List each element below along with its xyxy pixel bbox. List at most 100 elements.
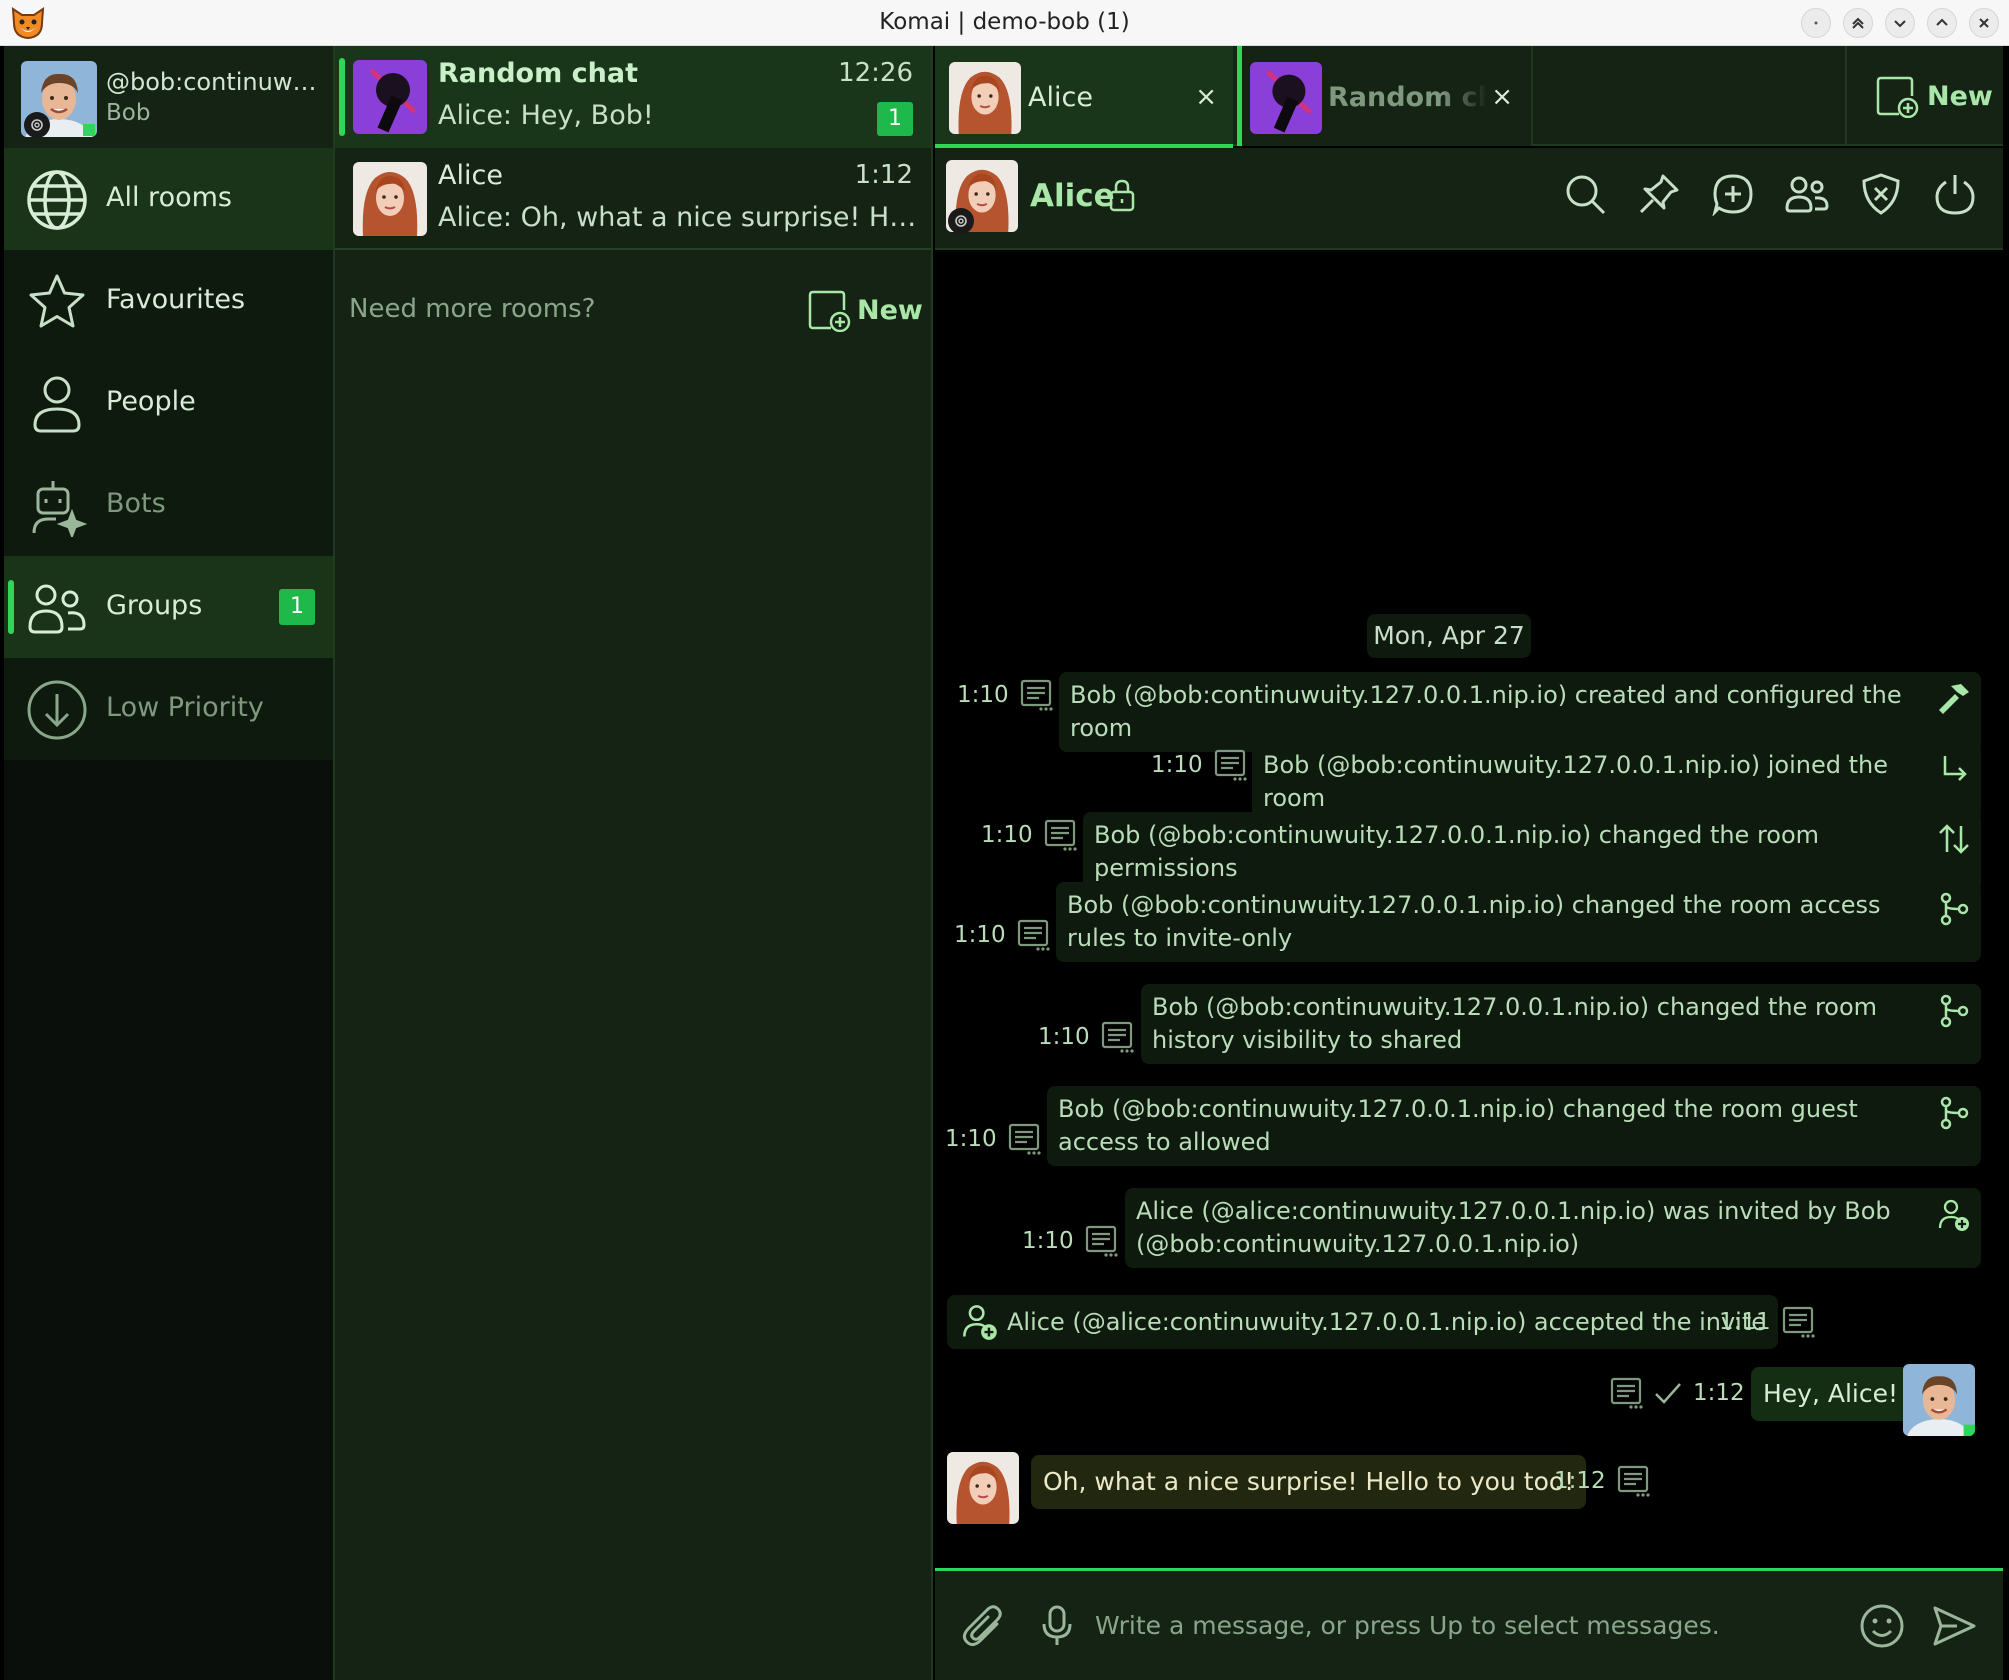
unread-badge: 1 <box>279 589 315 625</box>
message-text: Oh, what a nice surprise! Hello to you t… <box>1043 1467 1575 1496</box>
event-time: 1:10 <box>954 922 1006 948</box>
room-preview: Alice: Hey, Bob! <box>438 100 654 131</box>
nav-people[interactable]: People <box>4 352 333 454</box>
event-time: 1:10 <box>981 822 1033 848</box>
window-menu-button[interactable] <box>1801 8 1831 38</box>
room-time: 1:12 <box>854 160 913 190</box>
keep-above-button[interactable] <box>1843 8 1873 38</box>
new-room-button[interactable]: New <box>807 282 925 338</box>
room-event[interactable]: Bob (@bob:continuwuity.127.0.0.1.nip.io)… <box>1083 812 1981 892</box>
bot-icon <box>26 475 88 537</box>
room-event[interactable]: Alice (@alice:continuwuity.127.0.0.1.nip… <box>1125 1188 1981 1268</box>
message-bubble-outgoing[interactable]: Hey, Alice! <box>1751 1367 1911 1421</box>
new-room-icon <box>1875 74 1919 118</box>
room-list: Random chat 12:26 Alice: Hey, Bob! 1 Ali… <box>333 46 933 1680</box>
bob-avatar[interactable] <box>1903 1364 1975 1436</box>
tab-random-chat[interactable]: Random chat × <box>1237 46 1533 146</box>
send-icon[interactable] <box>1931 1603 1977 1649</box>
shield-icon[interactable] <box>1859 172 1903 216</box>
room-event[interactable]: Bob (@bob:continuwuity.127.0.0.1.nip.io)… <box>1047 1086 1981 1166</box>
members-icon[interactable] <box>1785 172 1829 216</box>
message-source-icon[interactable] <box>1609 1376 1643 1410</box>
room-title: Alice <box>1030 178 1115 214</box>
event-time: 1:10 <box>957 682 1009 708</box>
more-rooms-prompt: Need more rooms? <box>349 294 596 324</box>
message-meta: 1:12 <box>1609 1376 1745 1410</box>
sidebar: @bob:continuwui... Bob All rooms Favouri… <box>4 46 333 1680</box>
alice-avatar[interactable] <box>947 1452 1019 1524</box>
event-text: Alice (@alice:continuwuity.127.0.0.1.nip… <box>1136 1197 1891 1258</box>
user-add-icon <box>961 1303 999 1341</box>
hammer-icon <box>1937 682 1971 716</box>
room-name: Alice <box>438 160 503 191</box>
event-text: Bob (@bob:continuwuity.127.0.0.1.nip.io)… <box>1263 751 1888 812</box>
room-event[interactable]: Bob (@bob:continuwuity.127.0.0.1.nip.io)… <box>1252 742 1981 822</box>
nav-all-rooms[interactable]: All rooms <box>4 148 333 250</box>
nav-favourites[interactable]: Favourites <box>4 250 333 352</box>
room-header: Alice <box>935 148 2003 250</box>
room-event[interactable]: Bob (@bob:continuwuity.127.0.0.1.nip.io)… <box>1059 672 1981 752</box>
event-source-icon[interactable] <box>1100 1020 1134 1054</box>
emoji-icon[interactable] <box>1859 1603 1905 1649</box>
close-window-button[interactable] <box>1969 8 1999 38</box>
new-tab-button[interactable]: New <box>1845 46 2003 146</box>
event-source-icon[interactable] <box>1213 748 1247 782</box>
nav-label: All rooms <box>106 182 232 213</box>
settings-gear-icon[interactable] <box>24 112 50 138</box>
account-switcher[interactable]: @bob:continuwui... Bob <box>4 46 333 148</box>
event-time: 1:10 <box>1151 752 1203 778</box>
event-meta: 1:10 <box>1022 1224 1118 1258</box>
room-event[interactable]: Bob (@bob:continuwuity.127.0.0.1.nip.io)… <box>1141 984 1981 1064</box>
room-event[interactable]: Bob (@bob:continuwuity.127.0.0.1.nip.io)… <box>1056 882 1981 962</box>
unread-badge: 1 <box>877 102 913 136</box>
date-separator: Mon, Apr 27 <box>1367 614 1531 658</box>
event-time: 1:11 <box>1719 1309 1771 1335</box>
message-bubble-incoming[interactable]: Oh, what a nice surprise! Hello to you t… <box>1031 1455 1587 1509</box>
event-meta: 1:10 <box>1038 1020 1134 1054</box>
nav-groups[interactable]: Groups 1 <box>4 556 333 658</box>
message-source-icon[interactable] <box>1616 1464 1650 1498</box>
message-text: Hey, Alice! <box>1763 1379 1899 1408</box>
microphone-icon[interactable] <box>1035 1604 1079 1648</box>
close-tab-button[interactable]: × <box>1195 82 1217 112</box>
new-tab-label: New <box>1927 80 1993 112</box>
event-source-icon[interactable] <box>1781 1305 1815 1339</box>
event-meta: 1:10 <box>981 818 1077 852</box>
alice-avatar <box>949 62 1021 134</box>
room-time: 12:26 <box>838 58 913 88</box>
event-meta: 1:10 <box>957 678 1053 712</box>
message-input[interactable] <box>1095 1599 1775 1651</box>
room-list-item-alice[interactable]: Alice 1:12 Alice: Oh, what a nice surpri… <box>335 148 931 250</box>
event-source-icon[interactable] <box>1007 1122 1041 1156</box>
add-thread-icon[interactable] <box>1711 172 1755 216</box>
event-time: 1:10 <box>1022 1228 1074 1254</box>
nav-low-priority[interactable]: Low Priority <box>4 658 333 760</box>
message-composer <box>935 1568 2003 1680</box>
event-source-icon[interactable] <box>1016 918 1050 952</box>
minimize-button[interactable] <box>1885 8 1915 38</box>
message-timeline[interactable]: Mon, Apr 27 1:10 Bob (@bob:continuwuity.… <box>935 252 2003 1568</box>
nav-bots[interactable]: Bots <box>4 454 333 556</box>
new-room-label: New <box>857 294 923 326</box>
new-room-icon <box>807 288 851 332</box>
room-list-item-random-chat[interactable]: Random chat 12:26 Alice: Hey, Bob! 1 <box>335 46 931 148</box>
room-settings-gear-icon[interactable] <box>948 208 974 234</box>
pin-icon[interactable] <box>1637 172 1681 216</box>
leave-room-power-icon[interactable] <box>1933 172 1977 216</box>
event-text: Bob (@bob:continuwuity.127.0.0.1.nip.io)… <box>1094 821 1820 882</box>
close-tab-button[interactable]: × <box>1491 82 1513 112</box>
maximize-button[interactable] <box>1927 8 1957 38</box>
check-icon <box>1653 1378 1683 1408</box>
search-icon[interactable] <box>1563 172 1607 216</box>
room-name: Random chat <box>438 58 638 89</box>
paperclip-icon[interactable] <box>961 1604 1005 1648</box>
event-source-icon[interactable] <box>1084 1224 1118 1258</box>
room-event-accepted[interactable]: Alice (@alice:continuwuity.127.0.0.1.nip… <box>947 1295 1779 1349</box>
window-title: Komai | demo-bob (1) <box>879 9 1130 35</box>
tab-alice[interactable]: Alice × <box>935 46 1233 148</box>
person-icon <box>26 373 88 435</box>
event-time: 1:10 <box>945 1126 997 1152</box>
event-source-icon[interactable] <box>1043 818 1077 852</box>
event-source-icon[interactable] <box>1019 678 1053 712</box>
user-add-icon <box>1937 1198 1971 1232</box>
